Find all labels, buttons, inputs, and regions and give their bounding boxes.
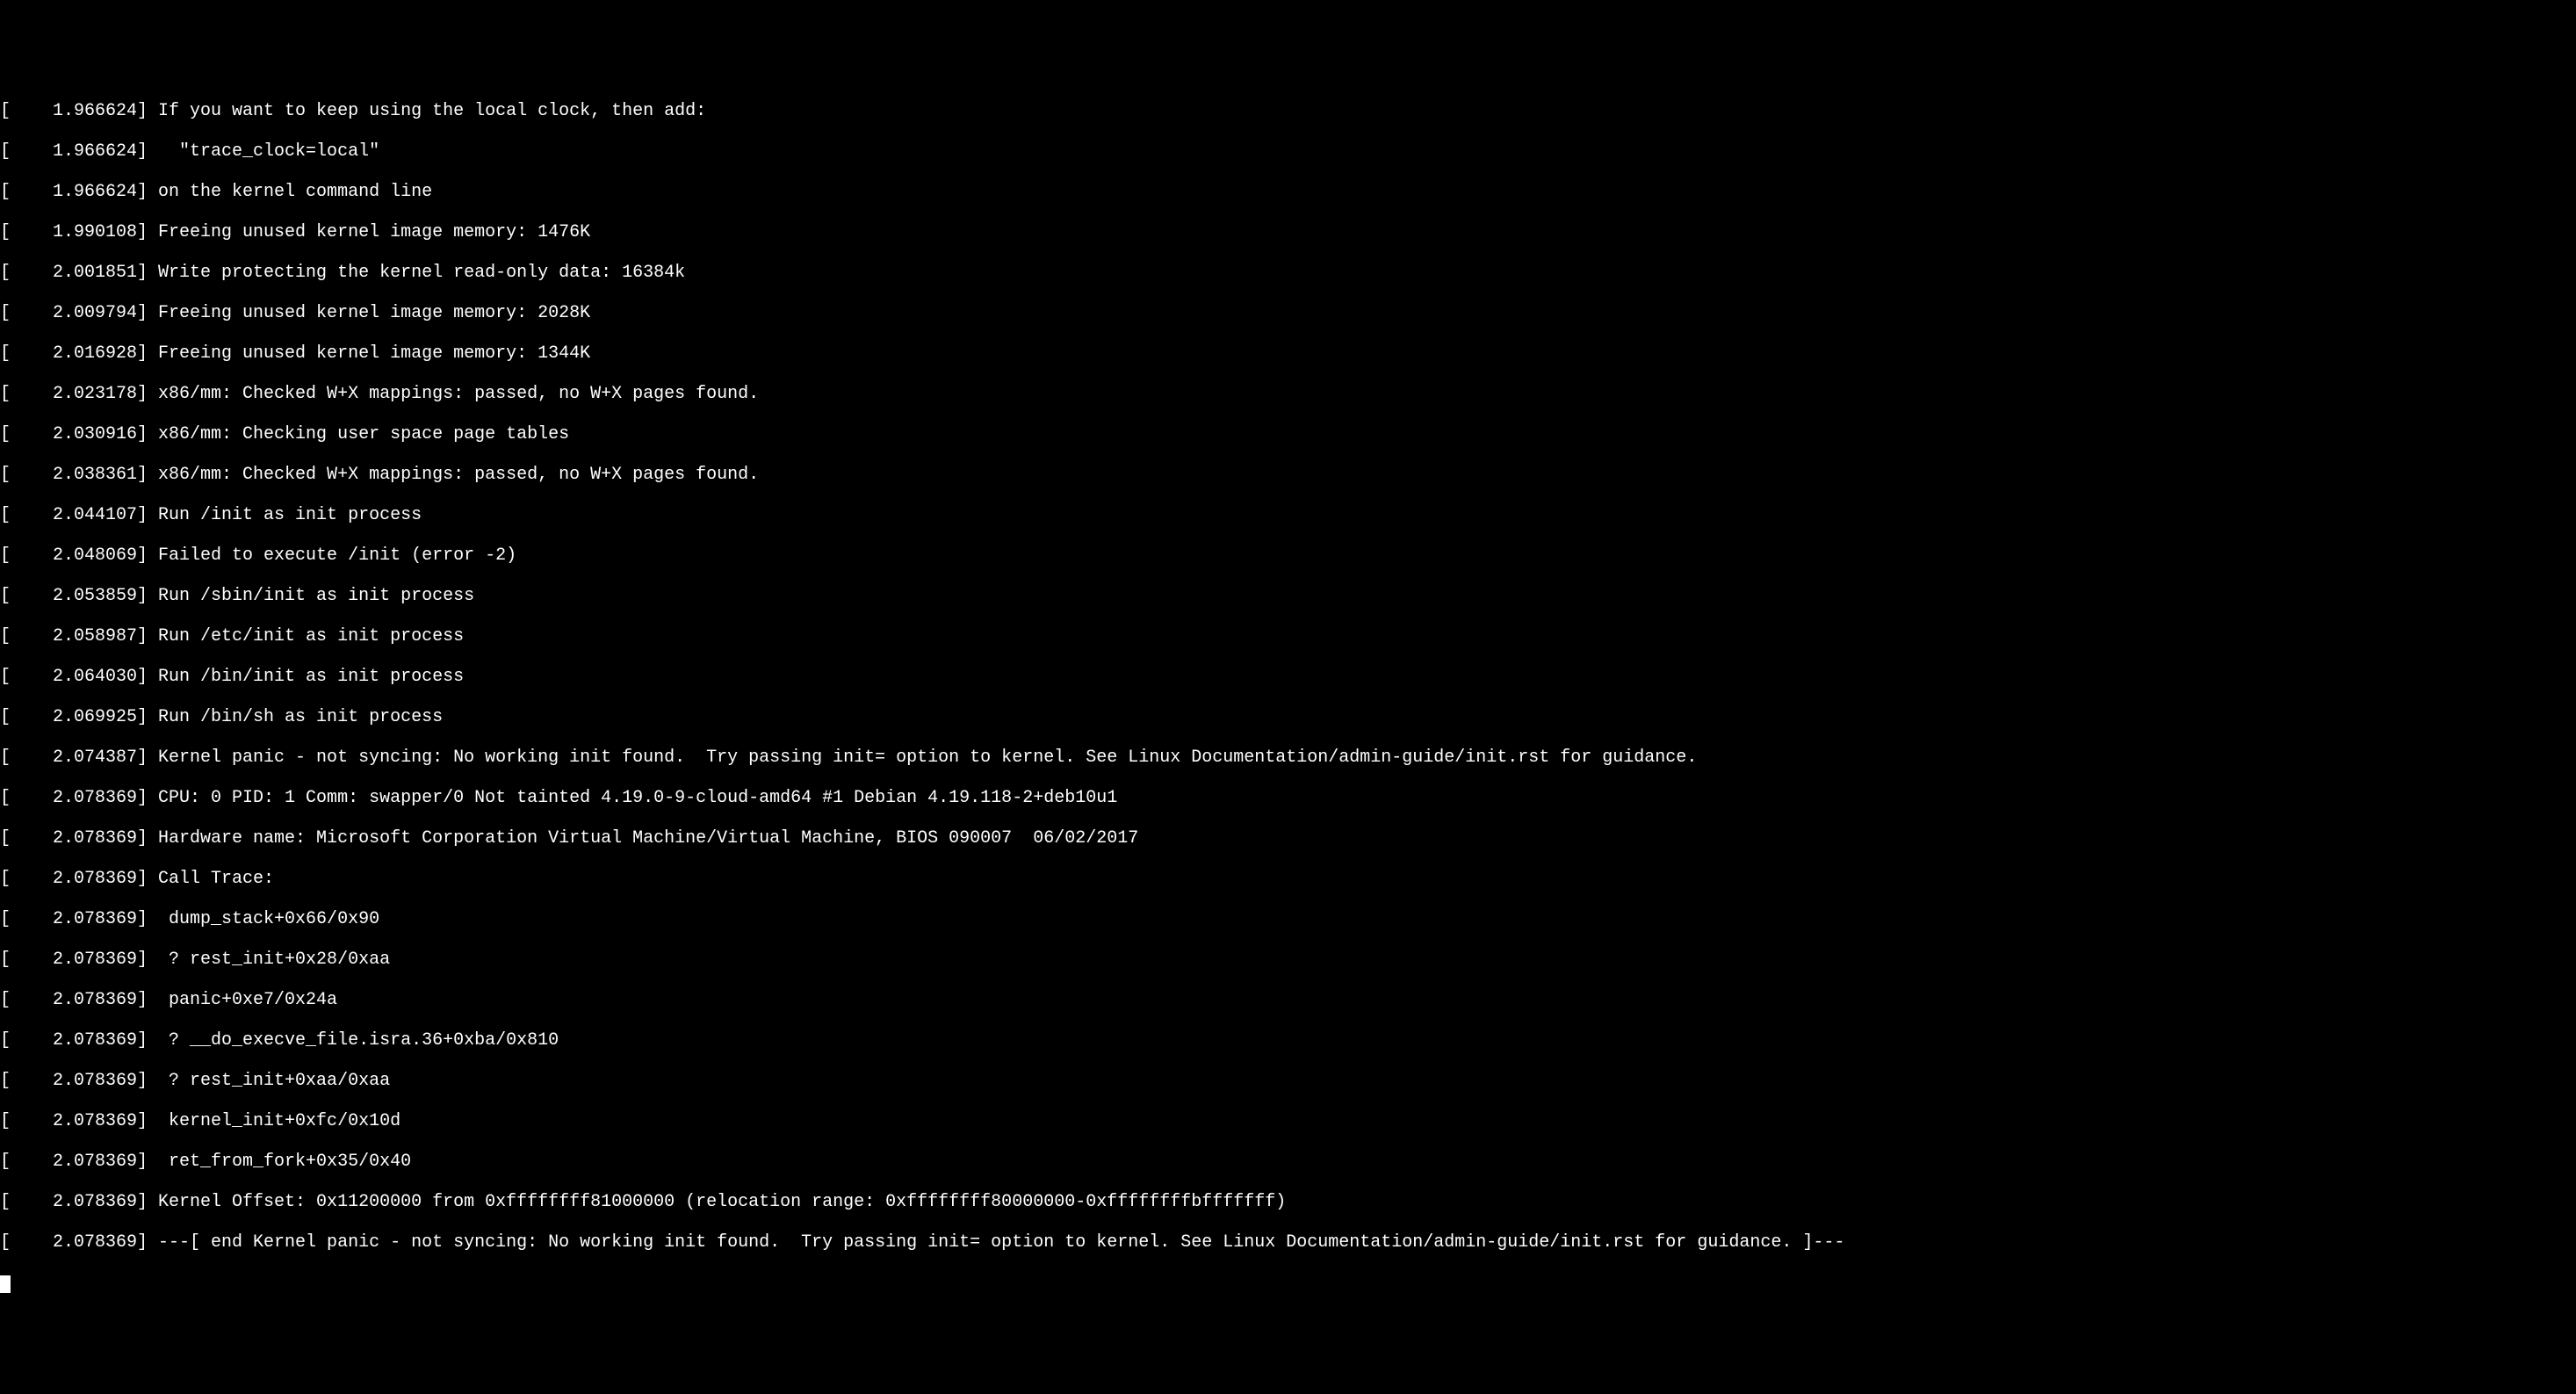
log-line: [ 2.030916] x86/mm: Checking user space …	[0, 424, 2576, 444]
log-line-kernel-panic: [ 2.074387] Kernel panic - not syncing: …	[0, 748, 2576, 768]
log-line: [ 2.069925] Run /bin/sh as init process	[0, 707, 2576, 727]
log-line-end-panic: [ 2.078369] ---[ end Kernel panic - not …	[0, 1232, 2576, 1253]
kernel-console: [ 1.966624] If you want to keep using th…	[0, 81, 2576, 1293]
log-line: [ 2.023178] x86/mm: Checked W+X mappings…	[0, 384, 2576, 404]
log-line: [ 2.078369] ? rest_init+0xaa/0xaa	[0, 1071, 2576, 1091]
log-line: [ 2.044107] Run /init as init process	[0, 505, 2576, 525]
cursor	[0, 1275, 11, 1293]
log-line: [ 2.078369] panic+0xe7/0x24a	[0, 990, 2576, 1010]
log-line: [ 2.078369] Call Trace:	[0, 869, 2576, 889]
log-line: [ 2.078369] dump_stack+0x66/0x90	[0, 909, 2576, 929]
log-line: [ 2.078369] ? rest_init+0x28/0xaa	[0, 950, 2576, 970]
log-line: [ 2.078369] Hardware name: Microsoft Cor…	[0, 828, 2576, 849]
log-line: [ 2.016928] Freeing unused kernel image …	[0, 343, 2576, 364]
log-line: [ 1.990108] Freeing unused kernel image …	[0, 222, 2576, 242]
log-line: [ 2.009794] Freeing unused kernel image …	[0, 303, 2576, 323]
log-line: [ 1.966624] on the kernel command line	[0, 182, 2576, 202]
log-line: [ 2.078369] CPU: 0 PID: 1 Comm: swapper/…	[0, 788, 2576, 808]
log-line: [ 2.038361] x86/mm: Checked W+X mappings…	[0, 465, 2576, 485]
log-line: [ 2.048069] Failed to execute /init (err…	[0, 545, 2576, 566]
log-line: [ 2.058987] Run /etc/init as init proces…	[0, 626, 2576, 646]
log-line: [ 2.064030] Run /bin/init as init proces…	[0, 667, 2576, 687]
log-line: [ 2.078369] kernel_init+0xfc/0x10d	[0, 1111, 2576, 1131]
log-line: [ 2.078369] Kernel Offset: 0x11200000 fr…	[0, 1192, 2576, 1212]
log-line: [ 2.078369] ret_from_fork+0x35/0x40	[0, 1152, 2576, 1172]
log-line: [ 2.053859] Run /sbin/init as init proce…	[0, 586, 2576, 606]
log-line: [ 1.966624] "trace_clock=local"	[0, 141, 2576, 162]
log-line: [ 2.001851] Write protecting the kernel …	[0, 263, 2576, 283]
log-line: [ 2.078369] ? __do_execve_file.isra.36+0…	[0, 1030, 2576, 1051]
log-line: [ 1.966624] If you want to keep using th…	[0, 101, 2576, 121]
